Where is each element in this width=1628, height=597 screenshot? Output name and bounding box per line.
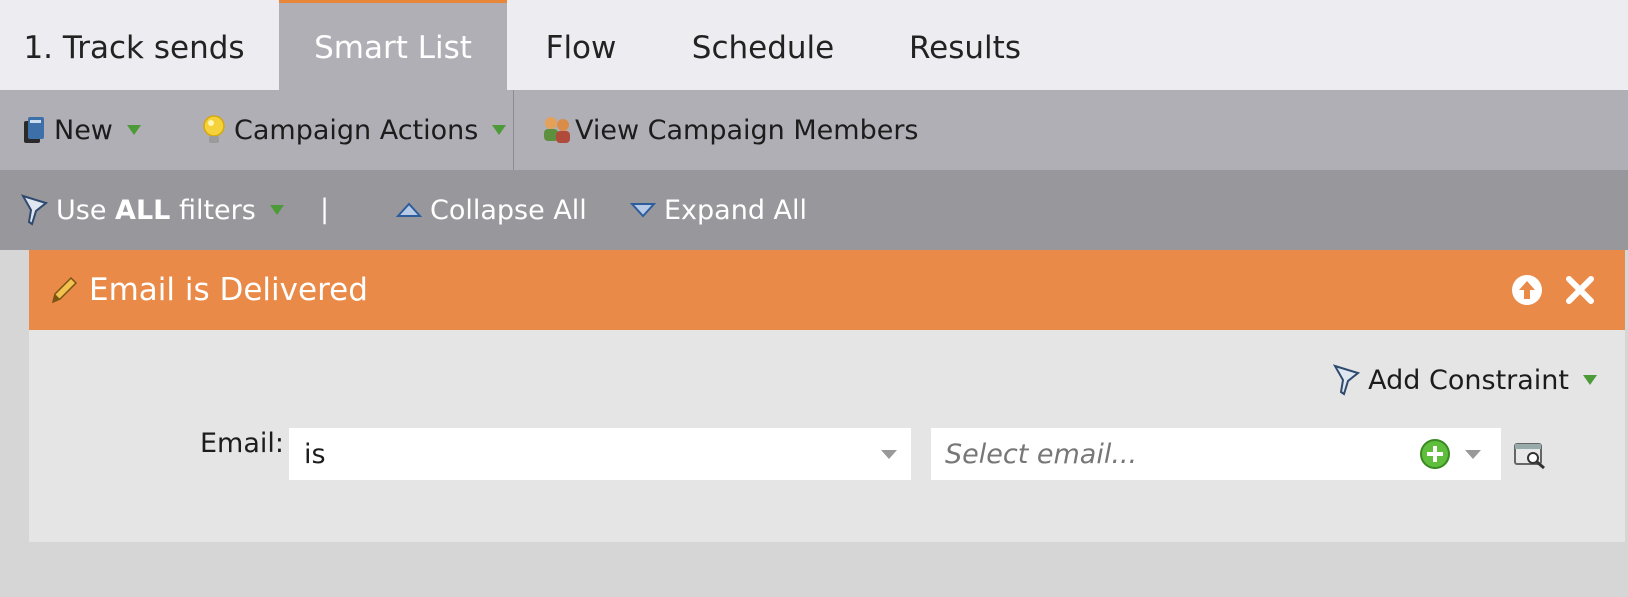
view-members-label: View Campaign Members <box>575 114 919 146</box>
filter-header: Email is Delivered <box>29 250 1625 330</box>
people-icon <box>544 117 570 143</box>
chevron-down-icon <box>881 450 897 459</box>
toolbar: New Campaign Actions View Campaign Membe… <box>0 90 1628 170</box>
use-prefix: Use <box>56 194 107 226</box>
use-suffix: filters <box>178 194 256 226</box>
toolbar-divider <box>513 90 514 170</box>
chevron-down-icon <box>492 125 507 135</box>
close-icon[interactable] <box>1565 275 1595 305</box>
view-campaign-members-button[interactable]: View Campaign Members <box>541 90 919 170</box>
collapse-triangle-icon <box>396 202 422 217</box>
tab-schedule[interactable]: Schedule <box>683 0 843 90</box>
use-all-bold: ALL <box>115 194 171 226</box>
operator-select[interactable]: is <box>289 428 911 480</box>
new-label: New <box>54 114 113 146</box>
email-input[interactable] <box>931 428 1411 480</box>
filter-bar-separator: | <box>320 194 330 225</box>
funnel-icon <box>20 194 49 226</box>
tab-flow[interactable]: Flow <box>530 0 632 90</box>
new-menu-button[interactable]: New <box>22 90 141 170</box>
campaign-actions-label: Campaign Actions <box>234 114 479 146</box>
tab-bar: 1. Track sends Smart List Flow Schedule … <box>0 0 1628 90</box>
chevron-down-icon <box>126 125 141 135</box>
tab-smart-list[interactable]: Smart List <box>279 0 507 90</box>
add-constraint-label: Add Constraint <box>1368 364 1569 396</box>
funnel-icon <box>1333 364 1361 396</box>
filter-bar: Use ALL filters | Collapse All Expand Al… <box>0 170 1628 250</box>
operator-value: is <box>304 439 326 470</box>
email-field-label: Email: <box>200 428 285 459</box>
tab-results[interactable]: Results <box>895 0 1035 90</box>
filter-title: Email is Delivered <box>89 272 368 308</box>
collapse-all-button[interactable]: Collapse All <box>396 170 587 250</box>
chevron-down-icon <box>269 205 284 215</box>
tab-track-sends[interactable]: 1. Track sends <box>0 0 268 90</box>
expand-all-button[interactable]: Expand All <box>630 170 807 250</box>
email-select-field[interactable] <box>931 428 1501 480</box>
add-constraint-button[interactable]: Add Constraint <box>1332 360 1597 400</box>
move-up-icon[interactable] <box>1511 274 1543 306</box>
pencil-icon <box>51 276 78 304</box>
collapse-all-label: Collapse All <box>430 194 587 226</box>
chevron-down-icon[interactable] <box>1465 450 1481 459</box>
chevron-down-icon <box>1583 375 1597 385</box>
new-book-icon <box>24 117 44 143</box>
expand-triangle-icon <box>630 203 656 218</box>
use-all-filters-menu[interactable]: Use ALL filters <box>20 170 284 250</box>
campaign-actions-menu-button[interactable]: Campaign Actions <box>202 90 507 170</box>
add-circle-icon[interactable] <box>1419 438 1451 470</box>
lightbulb-icon <box>203 115 225 143</box>
filter-body: Add Constraint Email: is <box>29 330 1625 542</box>
browse-search-icon[interactable] <box>1513 440 1547 470</box>
expand-all-label: Expand All <box>664 194 808 226</box>
